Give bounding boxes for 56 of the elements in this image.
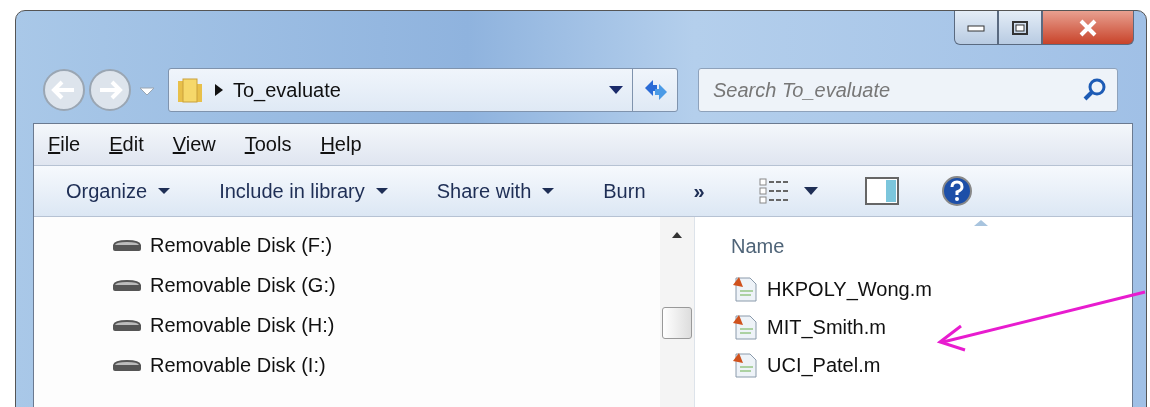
search-icon[interactable] xyxy=(1082,77,1108,103)
menu-item[interactable]: Help xyxy=(320,133,362,156)
help-icon[interactable] xyxy=(940,175,973,207)
dropdown-icon[interactable] xyxy=(608,85,624,95)
nav-pane-item[interactable]: Removable Disk (I:) xyxy=(110,345,660,385)
search-field[interactable]: Search To_evaluate xyxy=(698,68,1118,112)
scroll-up-arrow-icon[interactable] xyxy=(671,231,683,239)
nav-pane-item[interactable]: Removable Disk (G:) xyxy=(110,265,660,305)
menu-item[interactable]: Tools xyxy=(244,133,292,156)
file-row[interactable]: MIT_Smith.m xyxy=(731,308,1132,346)
toolbar-dropdown-button[interactable]: Include in library xyxy=(205,175,403,207)
caret-icon[interactable] xyxy=(802,186,819,196)
file-name: HKPOLY_Wong.m xyxy=(767,277,932,301)
drive-icon xyxy=(110,318,144,332)
caret-icon xyxy=(374,187,389,195)
address-bar[interactable]: To_evaluate xyxy=(168,68,678,112)
file-name: MIT_Smith.m xyxy=(767,315,886,339)
more-commands-button[interactable]: » xyxy=(679,175,719,207)
nav-pane-item[interactable]: Removable Disk (H:) xyxy=(110,305,660,345)
drive-label: Removable Disk (F:) xyxy=(150,233,333,257)
drive-label: Removable Disk (I:) xyxy=(150,353,326,377)
file-row[interactable]: UCI_Patel.m xyxy=(731,346,1132,384)
sort-ascending-icon xyxy=(973,219,989,227)
scrollbar[interactable] xyxy=(660,217,694,407)
script-file-icon xyxy=(731,275,759,303)
folder-icon xyxy=(175,75,205,105)
menu-item[interactable]: View xyxy=(172,133,216,156)
toolbar-dropdown-button[interactable]: Organize xyxy=(52,175,186,207)
caret-icon xyxy=(541,187,556,195)
scrollbar-thumb[interactable] xyxy=(662,307,692,339)
view-list-icon[interactable] xyxy=(758,178,789,204)
caret-icon xyxy=(157,187,172,195)
file-row[interactable]: HKPOLY_Wong.m xyxy=(731,270,1132,308)
close-icon xyxy=(1078,18,1098,37)
script-file-icon xyxy=(731,313,759,341)
drive-label: Removable Disk (G:) xyxy=(150,273,336,297)
drive-icon xyxy=(110,358,144,372)
minimize-icon xyxy=(967,23,985,32)
minimize-button[interactable] xyxy=(954,11,998,45)
toolbar-button[interactable]: Burn xyxy=(589,175,660,207)
address-path: To_evaluate xyxy=(233,78,342,102)
script-file-icon xyxy=(731,351,759,379)
file-name: UCI_Patel.m xyxy=(767,353,881,377)
close-button[interactable] xyxy=(1042,11,1134,45)
column-header[interactable]: Name xyxy=(731,235,785,258)
nav-pane-item[interactable]: Removable Disk (F:) xyxy=(110,225,660,265)
drive-label: Removable Disk (H:) xyxy=(150,313,335,337)
drive-icon xyxy=(110,238,144,252)
breadcrumb-arrow-icon xyxy=(213,83,225,97)
menu-item[interactable]: File xyxy=(48,133,81,156)
toolbar-dropdown-button[interactable]: Share with xyxy=(422,175,570,207)
maximize-icon xyxy=(1011,19,1029,36)
preview-pane-icon[interactable] xyxy=(864,177,899,205)
maximize-button[interactable] xyxy=(998,11,1042,45)
menu-item[interactable]: Edit xyxy=(109,133,144,156)
drive-icon xyxy=(110,278,144,292)
